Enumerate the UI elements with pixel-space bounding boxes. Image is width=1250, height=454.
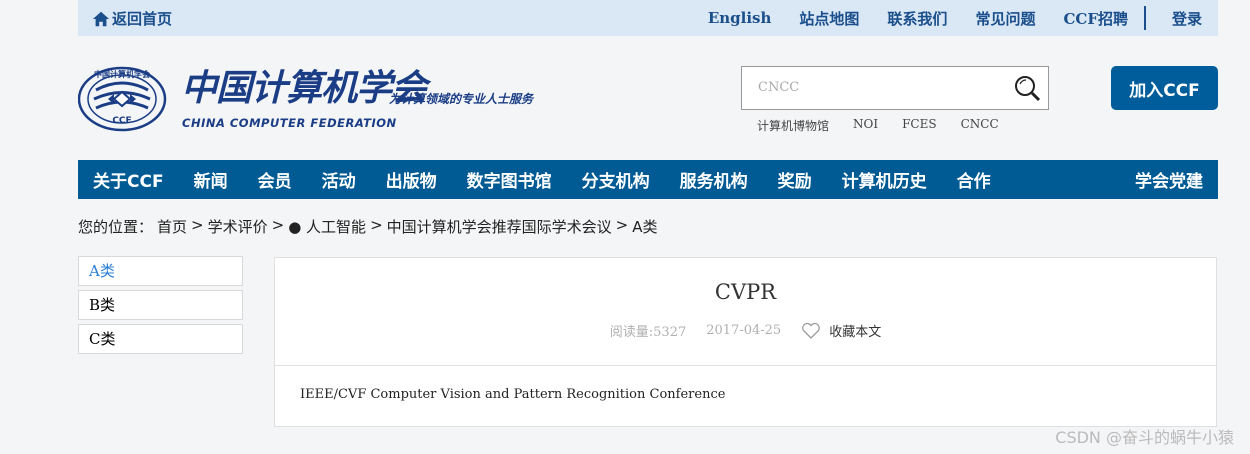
- nav-item-cooperation[interactable]: 合作: [942, 167, 1006, 192]
- favorite-button[interactable]: 收藏本文: [801, 321, 881, 340]
- sidebar-item-b[interactable]: B类: [78, 290, 243, 320]
- breadcrumb-ai[interactable]: ● 人工智能: [288, 216, 366, 237]
- article-card: CVPR 阅读量:5327 2017-04-25 收藏本文 IEEE/CVF C…: [274, 257, 1217, 427]
- breadcrumb-home[interactable]: 首页: [157, 216, 187, 237]
- search-icon[interactable]: [1012, 73, 1042, 103]
- search-box: [741, 66, 1049, 110]
- logo-english-name: CHINA COMPUTER FEDERATION: [182, 116, 397, 130]
- article-meta: 阅读量:5327 2017-04-25 收藏本文: [275, 321, 1216, 340]
- nav-item-awards[interactable]: 奖励: [763, 167, 827, 192]
- breadcrumb-conferences[interactable]: 中国计算机学会推荐国际学术会议: [387, 216, 612, 237]
- nav-item-services[interactable]: 服务机构: [665, 167, 763, 192]
- logo-slogan: 为计算领域的专业人士服务: [389, 92, 534, 106]
- careers-link[interactable]: CCF招聘: [1063, 8, 1128, 29]
- sidebar-item-c[interactable]: C类: [78, 324, 243, 354]
- sitemap-link[interactable]: 站点地图: [799, 8, 859, 29]
- login-link[interactable]: 登录: [1172, 8, 1202, 29]
- faq-link[interactable]: 常见问题: [975, 8, 1035, 29]
- breadcrumb-separator: >: [370, 216, 383, 234]
- nav-item-members[interactable]: 会员: [243, 167, 307, 192]
- nav-item-events[interactable]: 活动: [307, 167, 371, 192]
- breadcrumb: 您的位置： 首页 > 学术评价 > ● 人工智能 > 中国计算机学会推荐国际学术…: [78, 216, 658, 237]
- home-link[interactable]: 返回首页: [92, 8, 172, 29]
- quick-link-cncc[interactable]: CNCC: [961, 117, 999, 134]
- emblem-top-text: 中国计算机学会: [94, 70, 150, 79]
- nav-item-history[interactable]: 计算机历史: [827, 167, 942, 192]
- nav-item-party[interactable]: 学会党建: [1120, 167, 1218, 192]
- join-ccf-button[interactable]: 加入CCF: [1111, 66, 1218, 110]
- top-divider: [1143, 6, 1146, 30]
- breadcrumb-academic[interactable]: 学术评价: [208, 216, 268, 237]
- quick-link-fces[interactable]: FCES: [902, 117, 937, 134]
- site-logo[interactable]: 中国计算机学会 CCF 中国计算机学会 为计算领域的专业人士服务 CHINA C…: [78, 66, 558, 132]
- breadcrumb-current[interactable]: A类: [632, 216, 657, 237]
- article-title: CVPR: [714, 280, 777, 304]
- quick-link-museum[interactable]: 计算机博物馆: [757, 117, 829, 134]
- sidebar-item-a[interactable]: A类: [78, 256, 243, 286]
- quick-link-noi[interactable]: NOI: [853, 117, 878, 134]
- nav-item-publications[interactable]: 出版物: [371, 167, 452, 192]
- publish-date: 2017-04-25: [706, 323, 782, 338]
- category-sidebar: A类 B类 C类: [78, 256, 243, 358]
- quick-links: 计算机博物馆 NOI FCES CNCC: [757, 117, 999, 134]
- search-input[interactable]: [756, 79, 1000, 96]
- card-divider: [275, 365, 1216, 366]
- heart-icon: [802, 322, 821, 339]
- nav-item-branches[interactable]: 分支机构: [567, 167, 665, 192]
- nav-item-news[interactable]: 新闻: [179, 167, 243, 192]
- breadcrumb-separator: >: [271, 216, 285, 234]
- read-count: 阅读量:5327: [609, 325, 687, 340]
- emblem-bottom-text: CCF: [112, 116, 132, 126]
- breadcrumb-prefix: 您的位置：: [78, 218, 154, 236]
- breadcrumb-separator: >: [191, 216, 204, 234]
- home-label: 返回首页: [112, 10, 173, 28]
- watermark: CSDN @奋斗的蜗牛小猿: [1055, 428, 1234, 447]
- favorite-label: 收藏本文: [829, 325, 882, 340]
- contact-link[interactable]: 联系我们: [887, 8, 947, 29]
- breadcrumb-separator: >: [615, 216, 629, 234]
- top-bar: 返回首页 English 站点地图 联系我们 常见问题 CCF招聘 登录: [78, 0, 1218, 36]
- nav-item-digital-library[interactable]: 数字图书馆: [452, 167, 567, 192]
- main-nav: 关于CCF 新闻 会员 活动 出版物 数字图书馆 分支机构 服务机构 奖励 计算…: [78, 160, 1218, 199]
- home-icon: [92, 11, 110, 26]
- nav-item-about[interactable]: 关于CCF: [78, 167, 179, 192]
- article-body: IEEE/CVF Computer Vision and Pattern Rec…: [300, 387, 726, 402]
- top-links: English 站点地图 联系我们 常见问题 CCF招聘 登录: [680, 0, 1218, 36]
- english-link[interactable]: English: [708, 9, 772, 27]
